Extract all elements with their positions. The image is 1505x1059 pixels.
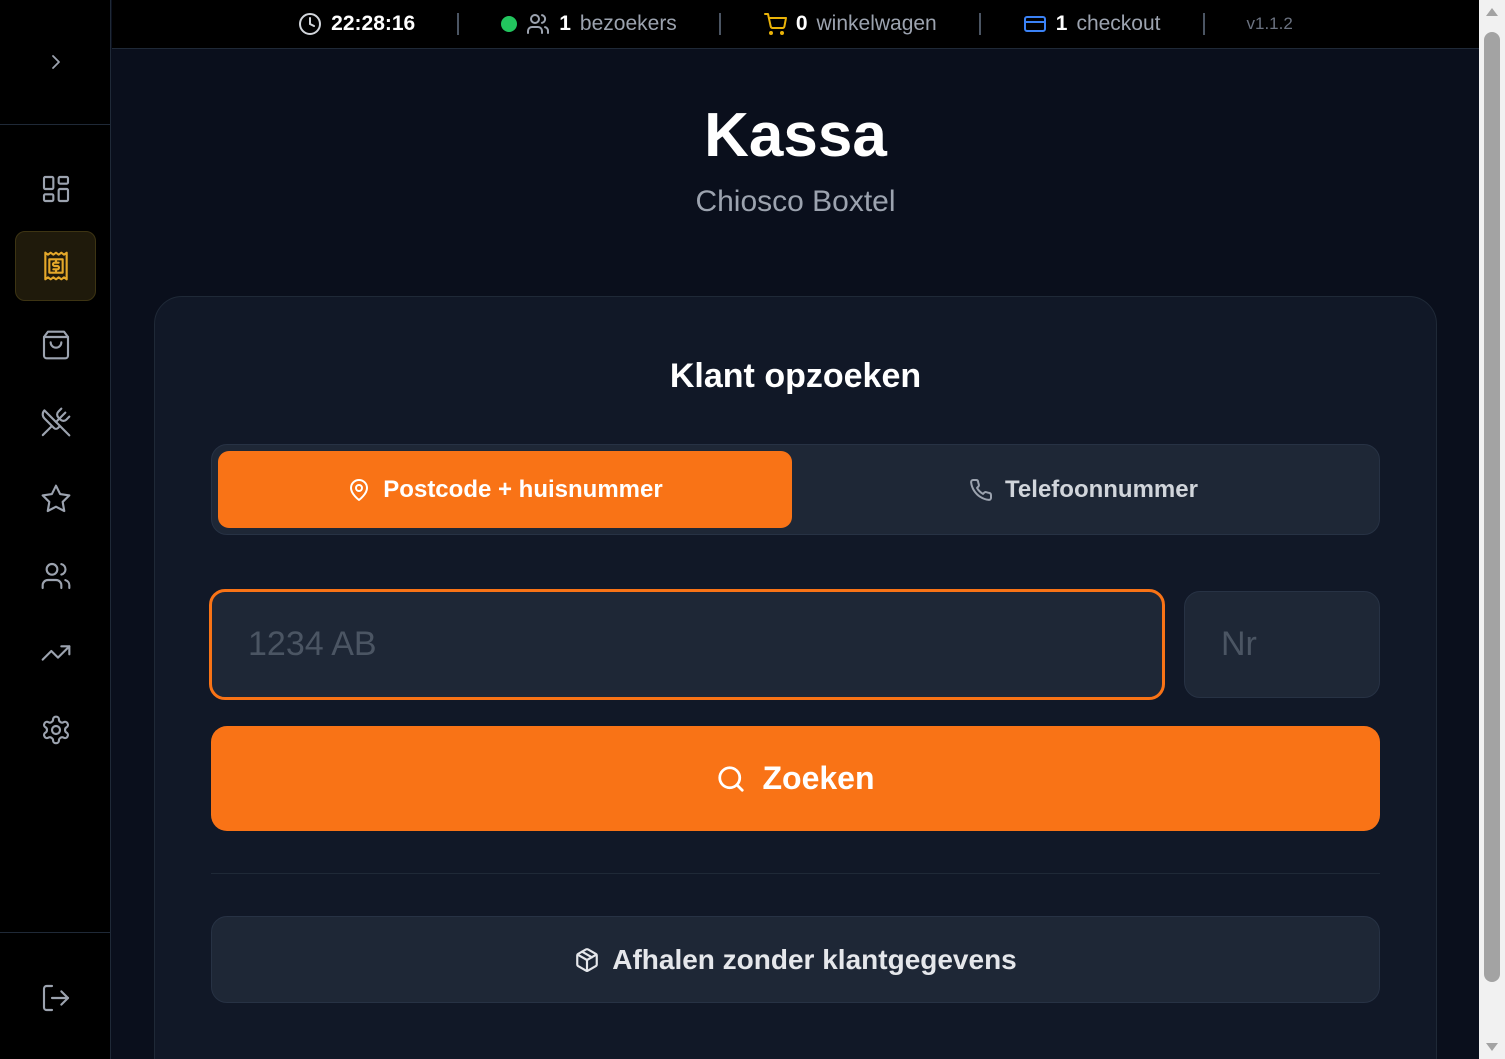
online-status-dot — [501, 16, 518, 32]
star-icon — [41, 484, 70, 513]
search-button[interactable]: Zoeken — [211, 726, 1380, 831]
sidebar-item-settings[interactable] — [15, 695, 96, 765]
dashboard-grid-icon — [42, 175, 69, 203]
search-button-label: Zoeken — [762, 760, 875, 796]
trending-up-icon — [41, 645, 70, 661]
checkout-label: checkout — [1076, 12, 1161, 35]
sidebar-item-dashboard[interactable] — [15, 154, 96, 224]
package-icon — [576, 947, 599, 972]
chevron-right-icon — [51, 55, 60, 69]
sidebar-expand-button[interactable] — [0, 0, 111, 125]
page-scrollbar[interactable] — [1479, 0, 1505, 1059]
visitors-count: 1 — [559, 12, 571, 35]
clock: 22:28:16 — [298, 12, 415, 36]
postcode-input[interactable] — [209, 589, 1165, 700]
sidebar — [0, 0, 111, 1059]
checkout-count: 1 — [1055, 12, 1068, 35]
credit-card-icon — [1023, 12, 1047, 36]
cart-label: winkelwagen — [816, 12, 937, 35]
housenumber-input[interactable] — [1184, 591, 1380, 698]
tab-postcode[interactable]: Postcode + huisnummer — [218, 451, 792, 528]
tab-postcode-label: Postcode + huisnummer — [383, 475, 663, 503]
scrollbar-thumb[interactable] — [1484, 32, 1500, 982]
sidebar-item-kassa[interactable] — [15, 231, 96, 301]
cart-count: 0 — [795, 12, 808, 35]
logout-button[interactable] — [15, 963, 96, 1033]
visitors-indicator: 1 bezoekers — [501, 12, 677, 36]
visitors-label: bezoekers — [579, 12, 677, 35]
lookup-method-tabs: Postcode + huisnummer Telefoonnummer — [211, 444, 1380, 535]
pickup-without-customer-button[interactable]: Afhalen zonder klantgegevens — [211, 916, 1380, 1003]
divider — [211, 873, 1380, 874]
shopping-bag-icon — [42, 330, 69, 360]
sidebar-bottom — [0, 932, 111, 1059]
scroll-up-arrow-icon[interactable] — [1486, 8, 1498, 16]
main-content: Kassa Chiosco Boxtel Klant opzoeken Post… — [112, 50, 1479, 1059]
pickup-button-label: Afhalen zonder klantgegevens — [612, 943, 1017, 975]
users-icon — [41, 562, 70, 590]
users-icon — [526, 12, 550, 36]
status-bar: 22:28:16 1 bezoekers 0 winkelwagen 1 che… — [112, 0, 1479, 49]
cash-register-icon — [43, 251, 68, 281]
sidebar-item-analytics[interactable] — [15, 618, 96, 688]
shopping-cart-icon — [763, 12, 787, 36]
page-title: Kassa — [704, 101, 887, 170]
sidebar-item-menu[interactable] — [15, 387, 96, 457]
cart-indicator: 0 winkelwagen — [763, 12, 937, 36]
sidebar-item-orders[interactable] — [15, 310, 96, 380]
scroll-down-arrow-icon[interactable] — [1486, 1043, 1498, 1051]
divider — [978, 13, 981, 35]
app-root: 22:28:16 1 bezoekers 0 winkelwagen 1 che… — [0, 0, 1505, 1059]
sidebar-item-customers[interactable] — [15, 541, 96, 611]
clock-time: 22:28:16 — [331, 12, 416, 35]
phone-icon — [970, 478, 993, 501]
divider — [718, 13, 721, 35]
logout-icon — [42, 984, 69, 1012]
map-pin-icon — [350, 478, 369, 501]
divider — [1202, 13, 1205, 35]
utensils-crossed-icon — [41, 407, 70, 437]
tab-phone[interactable]: Telefoonnummer — [792, 451, 1375, 528]
sidebar-item-favorites[interactable] — [15, 464, 96, 534]
customer-lookup-card: Klant opzoeken Postcode + huisnummer Tel… — [154, 296, 1437, 1059]
app-version: v1.1.2 — [1246, 14, 1293, 33]
clock-icon — [298, 12, 322, 36]
page-subtitle: Chiosco Boxtel — [695, 185, 896, 218]
card-title: Klant opzoeken — [669, 357, 922, 395]
tab-phone-label: Telefoonnummer — [1005, 475, 1198, 503]
divider — [457, 13, 460, 35]
gear-icon — [42, 715, 69, 745]
checkout-indicator: 1 checkout — [1023, 12, 1161, 36]
search-icon — [718, 765, 745, 792]
